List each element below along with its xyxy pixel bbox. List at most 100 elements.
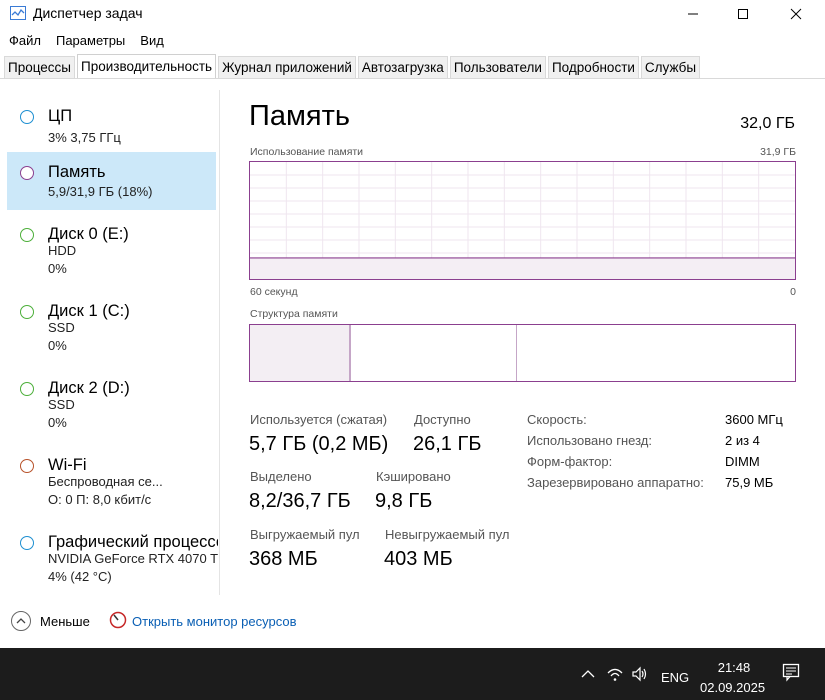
sidebar-item-wifi[interactable]: Wi-Fi Беспроводная се... О: 0 П: 8,0 кби… — [7, 445, 216, 515]
tab-performance[interactable]: Производительность — [77, 54, 217, 78]
usage-graph-label: Использование памяти — [250, 146, 364, 158]
disk-graph-icon — [20, 382, 34, 396]
sidebar-item-usage: 0% — [48, 415, 67, 430]
speaker-icon — [632, 666, 647, 682]
cached-label: Кэшировано — [376, 469, 451, 484]
minimize-button[interactable] — [670, 0, 716, 28]
in-use-label: Используется (сжатая) — [250, 412, 388, 427]
menu-parameters[interactable]: Параметры — [52, 30, 129, 52]
sidebar-item-disk0[interactable]: Диск 0 (E:) HDD 0% — [7, 214, 216, 284]
sidebar-item-label: Память — [48, 163, 106, 181]
available-label: Доступно — [414, 412, 471, 427]
committed-value: 8,2/36,7 ГБ — [249, 490, 351, 512]
clock-date[interactable]: 02.09.2025 — [700, 680, 765, 695]
show-hidden-icons-button[interactable] — [578, 664, 598, 684]
page-title: Память — [249, 100, 351, 132]
tab-processes[interactable]: Процессы — [4, 56, 76, 78]
collapse-icon[interactable] — [11, 611, 31, 631]
memory-graph-icon — [20, 166, 34, 180]
fewer-details-button[interactable]: Меньше — [40, 614, 90, 629]
clock-time[interactable]: 21:48 — [714, 660, 754, 675]
notifications-button[interactable] — [781, 662, 801, 682]
minimize-icon — [688, 13, 698, 15]
nonpaged-pool-label: Невыгружаемый пул — [385, 527, 510, 542]
wifi-tray-icon[interactable] — [605, 664, 625, 684]
close-button[interactable] — [773, 0, 819, 28]
memory-usage-graph — [249, 161, 796, 280]
notification-icon — [782, 663, 800, 682]
chevron-up-icon — [581, 670, 595, 678]
volume-tray-icon[interactable] — [630, 664, 650, 684]
paged-pool-label: Выгружаемый пул — [250, 527, 360, 542]
slots-label: Использовано гнезд: — [527, 433, 652, 448]
sidebar-item-disk2[interactable]: Диск 2 (D:) SSD 0% — [7, 368, 216, 438]
tab-startup[interactable]: Автозагрузка — [357, 56, 448, 78]
cpu-graph-icon — [20, 110, 34, 124]
sidebar-item-label: ЦП — [48, 107, 73, 125]
sidebar-item-type: HDD — [48, 243, 77, 258]
close-icon — [790, 8, 802, 20]
maximize-button[interactable] — [720, 0, 766, 28]
sidebar-item-usage: 4% (42 °C) — [48, 569, 112, 584]
sidebar-item-label: Графический процессор — [48, 533, 218, 551]
nonpaged-pool-value: 403 МБ — [384, 548, 453, 570]
maximize-icon — [738, 9, 748, 19]
tab-strip: Процессы Производительность Журнал прило… — [4, 54, 702, 78]
available-value: 26,1 ГБ — [413, 433, 482, 455]
total-memory: 32,0 ГБ — [740, 115, 795, 132]
composition-standby — [351, 325, 517, 381]
sidebar-item-adapter: Беспроводная се... — [48, 474, 163, 489]
menu-view[interactable]: Вид — [136, 30, 168, 52]
tab-details[interactable]: Подробности — [547, 56, 639, 78]
sidebar-item-type: SSD — [48, 397, 75, 412]
in-use-value: 5,7 ГБ (0,2 МБ) — [249, 433, 389, 455]
slots-value: 2 из 4 — [725, 433, 760, 448]
time-axis-end: 0 — [790, 286, 796, 298]
sidebar-item-usage: 0% — [48, 338, 67, 353]
usage-graph-max: 31,9 ГБ — [760, 146, 796, 158]
menu-bar: Файл Параметры Вид — [0, 30, 170, 52]
open-resource-monitor-link[interactable]: Открыть монитор ресурсов — [132, 614, 296, 629]
sidebar-item-type: SSD — [48, 320, 75, 335]
input-language[interactable]: ENG — [661, 670, 689, 685]
composition-label: Структура памяти — [250, 308, 338, 320]
resource-sidebar: ЦП 3% 3,75 ГГц Память 5,9/31,9 ГБ (18%) … — [0, 90, 220, 595]
composition-free — [517, 325, 795, 381]
menu-file[interactable]: Файл — [5, 30, 45, 52]
tab-divider — [0, 78, 825, 79]
paged-pool-value: 368 МБ — [249, 548, 318, 570]
speed-label: Скорость: — [527, 412, 587, 427]
time-axis-start: 60 секунд — [250, 286, 298, 298]
sidebar-item-model: NVIDIA GeForce RTX 4070 Ti — [48, 551, 218, 566]
sidebar-item-memory[interactable]: Память 5,9/31,9 ГБ (18%) — [7, 152, 216, 210]
memory-composition-bar — [249, 324, 796, 382]
sidebar-item-throughput: О: 0 П: 8,0 кбит/с — [48, 492, 152, 507]
sidebar-item-detail: 3% 3,75 ГГц — [48, 130, 121, 145]
sidebar-item-label: Диск 0 (E:) — [48, 225, 129, 243]
reserved-value: 75,9 МБ — [725, 475, 774, 490]
tab-services[interactable]: Службы — [640, 56, 701, 78]
title-bar: Диспетчер задач — [0, 0, 825, 28]
sidebar-item-detail: 5,9/31,9 ГБ (18%) — [48, 184, 153, 199]
footer: Меньше Открыть монитор ресурсов — [0, 605, 825, 637]
gpu-graph-icon — [20, 536, 34, 550]
network-graph-icon — [20, 459, 34, 473]
form-factor-value: DIMM — [725, 454, 760, 469]
disk-graph-icon — [20, 228, 34, 242]
composition-in-use — [250, 325, 351, 381]
speed-value: 3600 МГц — [725, 412, 783, 427]
sidebar-item-label: Wi-Fi — [48, 456, 87, 474]
reserved-label: Зарезервировано аппаратно: — [527, 475, 704, 490]
tab-users[interactable]: Пользователи — [449, 56, 546, 78]
memory-usage-chart — [250, 162, 795, 279]
taskbar: ENG 21:48 02.09.2025 — [0, 648, 825, 700]
sidebar-item-gpu[interactable]: Графический процессор NVIDIA GeForce RTX… — [7, 522, 218, 592]
committed-label: Выделено — [250, 469, 312, 484]
form-factor-label: Форм-фактор: — [527, 454, 613, 469]
task-manager-icon — [10, 6, 26, 20]
sidebar-item-cpu[interactable]: ЦП 3% 3,75 ГГц — [7, 96, 216, 154]
chevron-up-icon — [16, 618, 26, 624]
sidebar-item-disk1[interactable]: Диск 1 (C:) SSD 0% — [7, 291, 216, 361]
cached-value: 9,8 ГБ — [375, 490, 433, 512]
tab-app-history[interactable]: Журнал приложений — [218, 56, 356, 78]
